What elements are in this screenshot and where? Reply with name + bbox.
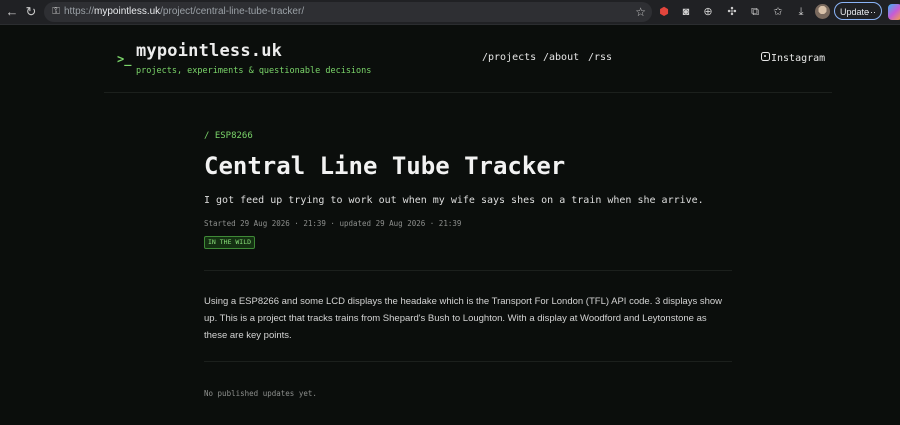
header-divider [104, 92, 832, 93]
updates-empty-message: No published updates yet. [204, 389, 317, 398]
status-badge: IN THE WILD [204, 236, 256, 249]
terminal-prompt-icon: >_ [117, 52, 132, 66]
favorites-icon[interactable]: ✩ [770, 4, 786, 20]
updates-divider [204, 361, 732, 362]
page-title: Central Line Tube Tracker [204, 152, 566, 180]
nav-about[interactable]: /about [543, 52, 579, 63]
bookmark-star-icon[interactable]: ☆ [635, 3, 646, 21]
back-icon[interactable]: ← [3, 3, 21, 21]
project-subtitle: I got feed up trying to work out when my… [204, 195, 704, 206]
site-tagline: projects, experiments & questionable dec… [136, 66, 372, 76]
site-logo[interactable]: mypointless.uk [136, 41, 282, 61]
instagram-link[interactable]: Instagram [771, 53, 825, 64]
reload-icon[interactable]: ↻ [22, 3, 40, 21]
instagram-icon[interactable] [761, 52, 770, 61]
address-bar[interactable]: ⚿ https://mypointless.uk/project/central… [44, 2, 652, 22]
breadcrumb[interactable]: / ESP8266 [204, 131, 253, 141]
project-description: Using a ESP8266 and some LCD displays th… [204, 296, 723, 341]
browser-toolbar: ← ↻ ⚿ https://mypointless.uk/project/cen… [0, 0, 900, 25]
page: >_ mypointless.uk projects, experiments … [0, 25, 900, 425]
address-url: https://mypointless.uk/project/central-l… [64, 6, 305, 17]
extensions-puzzle-icon[interactable]: ✣ [724, 4, 740, 20]
split-screen-icon[interactable]: ⧉ [747, 4, 763, 20]
section-divider [204, 270, 732, 271]
extension-shield-icon[interactable]: ⬢ [656, 4, 672, 20]
nav-rss[interactable]: /rss [588, 52, 612, 63]
more-icon: ⋯ [867, 7, 876, 17]
extension-camera-icon[interactable]: ◙ [678, 4, 694, 20]
profile-avatar[interactable] [815, 4, 830, 19]
project-dates: Started 29 Aug 2026 · 21:39 · updated 29… [204, 219, 462, 228]
nav-projects[interactable]: /projects [482, 52, 536, 63]
copilot-icon[interactable] [888, 4, 900, 20]
downloads-icon[interactable]: ⤓ [793, 4, 809, 20]
update-button[interactable]: Update ⋯ [834, 2, 882, 20]
site-info-icon[interactable]: ⚿ [49, 5, 63, 19]
extension-download-icon[interactable]: ⊕ [700, 4, 716, 20]
